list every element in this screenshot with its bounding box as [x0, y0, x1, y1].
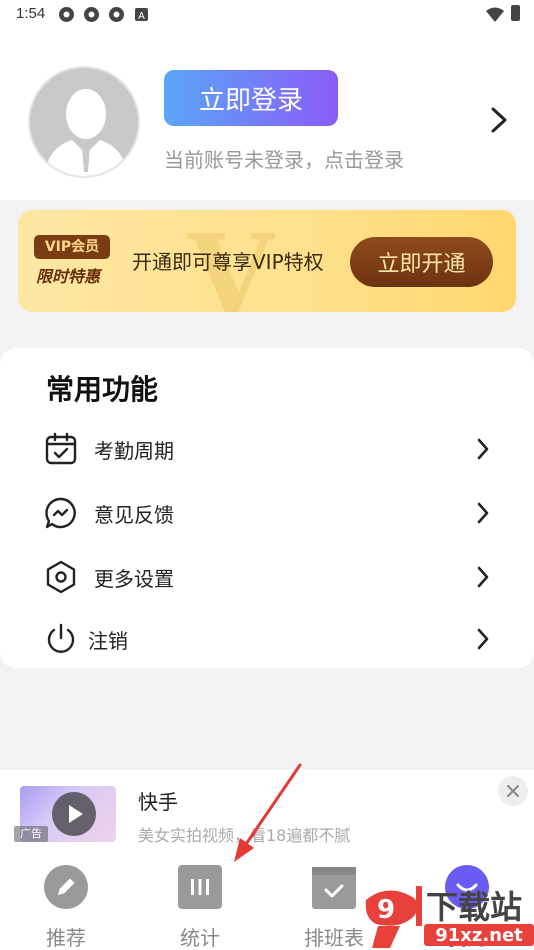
feature-item-logout[interactable]: 注销 [0, 608, 534, 668]
vip-badge: VIP会员 限时特惠 [34, 235, 128, 287]
chevron-right-icon [477, 628, 489, 650]
login-hint[interactable]: 当前账号未登录，点击登录 [164, 144, 404, 173]
profile-section[interactable]: 立即登录 当前账号未登录，点击登录 [0, 30, 534, 200]
feature-item-attendance-cycle[interactable]: 考勤周期 [0, 418, 534, 478]
status-time: 1:54 [16, 5, 46, 22]
status-bar: 1:54 A [0, 0, 534, 30]
chevron-right-icon [477, 502, 489, 524]
vip-description: 开通即可尊享VIP特权 [132, 250, 324, 274]
settings-hexagon-icon [46, 560, 76, 594]
power-icon [47, 623, 75, 653]
common-features-card: 常用功能 考勤周期 意见反馈 更多设置 注销 [0, 348, 534, 668]
feature-item-more-settings[interactable]: 更多设置 [0, 546, 534, 606]
a-icon: A [135, 8, 148, 22]
feature-label: 考勤周期 [94, 439, 174, 463]
battery-icon [511, 5, 520, 21]
feature-label: 注销 [88, 629, 128, 653]
ad-banner[interactable]: 快手 美女实拍视频，看18遍都不腻 [0, 770, 534, 850]
site-watermark: 9 下载站 91xz.net [360, 884, 534, 950]
play-icon [52, 792, 96, 836]
avatar[interactable] [28, 66, 140, 178]
feature-label: 更多设置 [94, 567, 174, 591]
ad-tag: 广告 [14, 826, 48, 842]
feature-item-feedback[interactable]: 意见反馈 [0, 482, 534, 542]
default-avatar-icon [30, 68, 138, 176]
tab-label: 推荐 [46, 926, 86, 950]
svg-text:A: A [138, 11, 145, 22]
svg-text:9: 9 [377, 895, 395, 925]
features-title: 常用功能 [46, 373, 159, 406]
close-ad-button[interactable] [498, 776, 528, 806]
chevron-right-icon[interactable] [490, 106, 508, 134]
tab-recommend[interactable]: 推荐 [21, 862, 111, 950]
vip-badge-bottom: 限时特惠 [36, 267, 101, 286]
vip-badge-top: VIP会员 [34, 235, 110, 259]
chevron-right-icon [477, 566, 489, 588]
close-icon [507, 785, 519, 797]
app-icon [109, 7, 124, 22]
watermark-bottom-text: 91xz.net [435, 925, 523, 946]
app-icon [84, 7, 99, 22]
site-logo: 9 下载站 91xz.net [365, 886, 534, 948]
calendar-check-icon [45, 432, 77, 465]
vip-open-button[interactable]: 立即开通 [350, 237, 493, 287]
tab-label: 统计 [180, 926, 220, 950]
login-button[interactable]: 立即登录 [164, 70, 338, 126]
app-icon [59, 7, 74, 22]
watermark-top-text: 下载站 [426, 888, 522, 926]
ad-title[interactable]: 快手 [138, 786, 178, 815]
pencil-icon [44, 865, 88, 909]
vip-banner[interactable]: V VIP会员 限时特惠 开通即可尊享VIP特权 立即开通 [18, 210, 516, 312]
ad-subtitle[interactable]: 美女实拍视频，看18遍都不腻 [138, 822, 350, 846]
bar-chart-icon [178, 865, 222, 909]
chat-bubble-icon [45, 497, 76, 529]
tab-statistics[interactable]: 统计 [155, 862, 245, 950]
wifi-icon [486, 7, 504, 22]
feature-label: 意见反馈 [94, 503, 174, 527]
schedule-icon [312, 867, 356, 909]
chevron-right-icon [477, 438, 489, 460]
